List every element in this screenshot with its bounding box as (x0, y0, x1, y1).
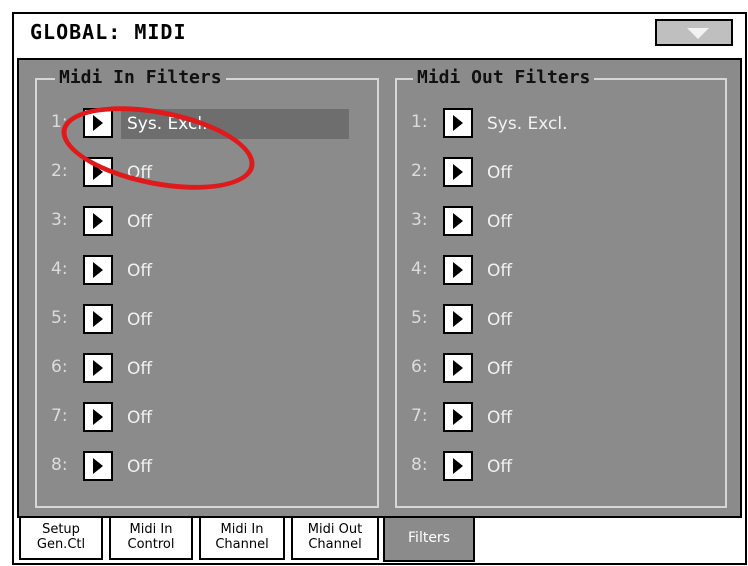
filter-value[interactable]: Off (481, 354, 512, 384)
midi-out-filter-row-4: 4: Off (397, 255, 725, 287)
filter-number: 5: (411, 308, 428, 328)
filter-number: 4: (411, 259, 428, 279)
midi-in-filter-row-8: 8: Off (37, 451, 377, 483)
filter-select-arrow-icon[interactable] (83, 451, 113, 481)
filter-value[interactable]: Off (481, 158, 512, 188)
filter-number: 5: (51, 308, 68, 328)
midi-out-filter-row-8: 8: Off (397, 451, 725, 483)
midi-out-filters-panel: Midi Out Filters 1: Sys. Excl. 2: Off 3:… (395, 67, 727, 508)
filter-value[interactable]: Off (121, 158, 152, 188)
midi-in-filter-row-5: 5: Off (37, 304, 377, 336)
tab-label-line1: Filters (408, 530, 450, 546)
filter-value[interactable]: Off (481, 256, 512, 286)
filter-value[interactable]: Off (121, 403, 152, 433)
midi-in-filter-row-2: 2: Off (37, 157, 377, 189)
filter-number: 3: (51, 210, 68, 230)
filter-select-arrow-icon[interactable] (443, 451, 473, 481)
filter-value[interactable]: Off (121, 354, 152, 384)
tab-label-line1: Midi In (220, 522, 264, 537)
filter-number: 8: (411, 455, 428, 475)
tab-label-line1: Setup (42, 522, 80, 537)
filter-select-arrow-icon[interactable] (443, 108, 473, 138)
filter-select-arrow-icon[interactable] (83, 108, 113, 138)
midi-out-filters-title: Midi Out Filters (413, 67, 595, 88)
filter-value[interactable]: Off (121, 256, 152, 286)
filter-number: 4: (51, 259, 68, 279)
triangle-down-icon (687, 28, 709, 39)
filter-select-arrow-icon[interactable] (443, 206, 473, 236)
header: GLOBAL: MIDI (14, 14, 745, 54)
filter-select-arrow-icon[interactable] (83, 255, 113, 285)
tab-label-line2: Control (127, 537, 175, 552)
tab-setup-gen-ctl[interactable]: Setup Gen.Ctl (19, 518, 103, 560)
midi-out-filter-row-3: 3: Off (397, 206, 725, 238)
midi-out-filter-row-6: 6: Off (397, 353, 725, 385)
filter-number: 2: (51, 161, 68, 181)
filter-value[interactable]: Off (121, 305, 152, 335)
filter-number: 1: (51, 112, 68, 132)
filters-page: Midi In Filters 1: Sys. Excl. 2: Off 3: … (17, 58, 742, 518)
tab-bar: Setup Gen.Ctl Midi In Control Midi In Ch… (17, 518, 742, 563)
filter-value[interactable]: Off (121, 452, 152, 482)
filter-value[interactable]: Sys. Excl. (121, 109, 349, 139)
midi-in-filter-row-1: 1: Sys. Excl. (37, 108, 377, 140)
filter-value[interactable]: Off (481, 207, 512, 237)
global-midi-window: GLOBAL: MIDI Midi In Filters 1: Sys. Exc… (12, 12, 747, 565)
midi-in-filter-row-7: 7: Off (37, 402, 377, 434)
filter-select-arrow-icon[interactable] (83, 402, 113, 432)
midi-in-filters-title: Midi In Filters (55, 67, 226, 88)
midi-out-filter-row-2: 2: Off (397, 157, 725, 189)
page-menu-button[interactable] (655, 19, 733, 46)
filter-value[interactable]: Off (481, 305, 512, 335)
filter-select-arrow-icon[interactable] (443, 353, 473, 383)
filter-select-arrow-icon[interactable] (443, 157, 473, 187)
filter-number: 7: (411, 406, 428, 426)
filter-value[interactable]: Sys. Excl. (481, 109, 568, 139)
midi-in-filters-panel: Midi In Filters 1: Sys. Excl. 2: Off 3: … (35, 67, 379, 508)
filter-select-arrow-icon[interactable] (83, 353, 113, 383)
midi-out-filter-row-7: 7: Off (397, 402, 725, 434)
filter-value[interactable]: Off (481, 452, 512, 482)
filter-number: 6: (51, 357, 68, 377)
midi-in-filter-row-6: 6: Off (37, 353, 377, 385)
midi-out-filter-row-1: 1: Sys. Excl. (397, 108, 725, 140)
midi-in-filter-row-4: 4: Off (37, 255, 377, 287)
filter-number: 1: (411, 112, 428, 132)
filter-value[interactable]: Off (481, 403, 512, 433)
midi-in-filter-row-3: 3: Off (37, 206, 377, 238)
filter-select-arrow-icon[interactable] (83, 157, 113, 187)
tab-label-line2: Channel (215, 537, 269, 552)
tab-label-line1: Midi Out (307, 522, 363, 537)
filter-number: 2: (411, 161, 428, 181)
filter-select-arrow-icon[interactable] (83, 304, 113, 334)
tab-filters[interactable]: Filters (383, 518, 475, 562)
filter-select-arrow-icon[interactable] (443, 255, 473, 285)
midi-out-filter-row-5: 5: Off (397, 304, 725, 336)
tab-midi-out-channel[interactable]: Midi Out Channel (291, 518, 379, 560)
filter-select-arrow-icon[interactable] (83, 206, 113, 236)
tab-label-line2: Gen.Ctl (36, 537, 86, 552)
filter-number: 3: (411, 210, 428, 230)
tab-midi-in-channel[interactable]: Midi In Channel (199, 518, 285, 560)
tab-midi-in-control[interactable]: Midi In Control (109, 518, 193, 560)
page-title: GLOBAL: MIDI (30, 20, 187, 44)
filter-number: 7: (51, 406, 68, 426)
filter-value[interactable]: Off (121, 207, 152, 237)
filter-select-arrow-icon[interactable] (443, 402, 473, 432)
filter-select-arrow-icon[interactable] (443, 304, 473, 334)
tab-label-line1: Midi In (129, 522, 173, 537)
tab-label-line2: Channel (308, 537, 362, 552)
filter-number: 6: (411, 357, 428, 377)
filter-number: 8: (51, 455, 68, 475)
